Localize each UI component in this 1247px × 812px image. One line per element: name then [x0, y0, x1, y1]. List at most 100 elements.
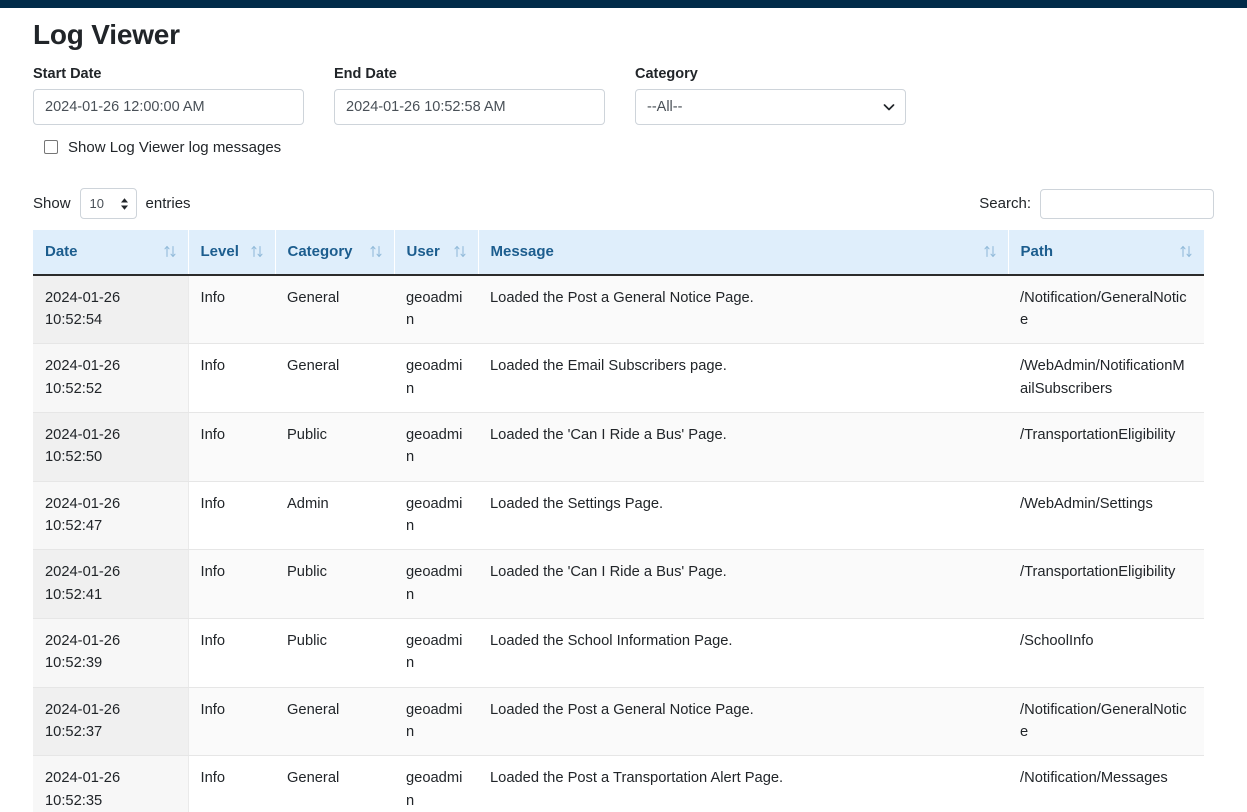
entries-per-page-select[interactable]: 10 — [80, 188, 137, 219]
column-header-level-label: Level — [201, 243, 239, 260]
entries-label: entries — [146, 195, 191, 212]
cell-message: Loaded the Post a Transportation Alert P… — [478, 756, 1008, 812]
search-label: Search: — [979, 195, 1031, 212]
end-date-input[interactable] — [334, 89, 605, 125]
table-row: 2024-01-26 10:52:37InfoGeneralgeoadminLo… — [33, 687, 1204, 756]
cell-message: Loaded the 'Can I Ride a Bus' Page. — [478, 550, 1008, 619]
cell-level: Info — [188, 687, 275, 756]
cell-category: General — [275, 344, 394, 413]
cell-category: General — [275, 756, 394, 812]
cell-path: /TransportationEligibility — [1008, 413, 1204, 482]
cell-user: geoadmin — [394, 687, 478, 756]
cell-user: geoadmin — [394, 344, 478, 413]
cell-user: geoadmin — [394, 481, 478, 550]
search-control: Search: — [979, 189, 1214, 219]
show-log-viewer-messages-checkbox[interactable] — [44, 140, 58, 154]
cell-level: Info — [188, 619, 275, 688]
table-row: 2024-01-26 10:52:35InfoGeneralgeoadminLo… — [33, 756, 1204, 812]
cell-level: Info — [188, 756, 275, 812]
page-title: Log Viewer — [33, 20, 1214, 51]
filter-bar: Start Date End Date Category --All-- — [33, 65, 1214, 125]
cell-message: Loaded the Post a General Notice Page. — [478, 687, 1008, 756]
table-row: 2024-01-26 10:52:50InfoPublicgeoadminLoa… — [33, 413, 1204, 482]
column-header-message-label: Message — [491, 243, 554, 260]
cell-user: geoadmin — [394, 756, 478, 812]
column-header-message[interactable]: Message — [478, 230, 1008, 275]
cell-path: /Notification/GeneralNotice — [1008, 687, 1204, 756]
sort-updown-icon — [251, 245, 263, 258]
cell-message: Loaded the 'Can I Ride a Bus' Page. — [478, 413, 1008, 482]
cell-level: Info — [188, 413, 275, 482]
cell-category: General — [275, 687, 394, 756]
column-header-user[interactable]: User — [394, 230, 478, 275]
cell-date: 2024-01-26 10:52:47 — [33, 481, 188, 550]
column-header-category[interactable]: Category — [275, 230, 394, 275]
log-table-body: 2024-01-26 10:52:54InfoGeneralgeoadminLo… — [33, 275, 1204, 812]
table-row: 2024-01-26 10:52:39InfoPublicgeoadminLoa… — [33, 619, 1204, 688]
cell-user: geoadmin — [394, 619, 478, 688]
cell-path: /Notification/Messages — [1008, 756, 1204, 812]
cell-date: 2024-01-26 10:52:52 — [33, 344, 188, 413]
show-label: Show — [33, 195, 71, 212]
datatable-controls: Show 10 entries Search: — [33, 189, 1214, 219]
cell-user: geoadmin — [394, 413, 478, 482]
cell-category: Public — [275, 413, 394, 482]
category-field-group: Category --All-- — [635, 65, 906, 125]
search-input[interactable] — [1040, 189, 1214, 219]
table-row: 2024-01-26 10:52:54InfoGeneralgeoadminLo… — [33, 275, 1204, 344]
cell-date: 2024-01-26 10:52:50 — [33, 413, 188, 482]
column-header-path-label: Path — [1021, 243, 1054, 260]
cell-level: Info — [188, 344, 275, 413]
sort-updown-icon — [454, 245, 466, 258]
table-row: 2024-01-26 10:52:47InfoAdmingeoadminLoad… — [33, 481, 1204, 550]
cell-category: Admin — [275, 481, 394, 550]
cell-date: 2024-01-26 10:52:37 — [33, 687, 188, 756]
cell-category: Public — [275, 619, 394, 688]
start-date-field-group: Start Date — [33, 65, 304, 125]
end-date-field-group: End Date — [334, 65, 605, 125]
show-log-viewer-messages-label: Show Log Viewer log messages — [68, 140, 281, 155]
cell-level: Info — [188, 550, 275, 619]
sort-updown-icon — [164, 245, 176, 258]
cell-path: /WebAdmin/Settings — [1008, 481, 1204, 550]
cell-date: 2024-01-26 10:52:39 — [33, 619, 188, 688]
cell-path: /SchoolInfo — [1008, 619, 1204, 688]
column-header-category-label: Category — [288, 243, 353, 260]
cell-level: Info — [188, 481, 275, 550]
table-row: 2024-01-26 10:52:52InfoGeneralgeoadminLo… — [33, 344, 1204, 413]
log-table-head: Date Level — [33, 230, 1204, 275]
cell-path: /TransportationEligibility — [1008, 550, 1204, 619]
cell-level: Info — [188, 275, 275, 344]
category-select[interactable]: --All-- — [635, 89, 906, 125]
show-log-viewer-messages-row[interactable]: Show Log Viewer log messages — [33, 140, 1214, 155]
column-header-user-label: User — [407, 243, 440, 260]
cell-user: geoadmin — [394, 275, 478, 344]
sort-updown-icon — [984, 245, 996, 258]
cell-category: General — [275, 275, 394, 344]
cell-message: Loaded the Email Subscribers page. — [478, 344, 1008, 413]
length-control: Show 10 entries — [33, 188, 191, 219]
log-table-wrapper: Date Level — [33, 230, 1204, 812]
cell-category: Public — [275, 550, 394, 619]
cell-date: 2024-01-26 10:52:54 — [33, 275, 188, 344]
cell-message: Loaded the Post a General Notice Page. — [478, 275, 1008, 344]
table-row: 2024-01-26 10:52:41InfoPublicgeoadminLoa… — [33, 550, 1204, 619]
column-header-level[interactable]: Level — [188, 230, 275, 275]
sort-updown-icon — [370, 245, 382, 258]
cell-user: geoadmin — [394, 550, 478, 619]
cell-message: Loaded the Settings Page. — [478, 481, 1008, 550]
start-date-input[interactable] — [33, 89, 304, 125]
cell-path: /Notification/GeneralNotice — [1008, 275, 1204, 344]
category-label: Category — [635, 65, 906, 84]
cell-message: Loaded the School Information Page. — [478, 619, 1008, 688]
top-navbar — [0, 0, 1247, 8]
sort-updown-icon — [1180, 245, 1192, 258]
cell-date: 2024-01-26 10:52:35 — [33, 756, 188, 812]
column-header-date[interactable]: Date — [33, 230, 188, 275]
page-container: Log Viewer Start Date End Date Category … — [0, 20, 1247, 812]
start-date-label: Start Date — [33, 65, 304, 84]
cell-path: /WebAdmin/NotificationMailSubscribers — [1008, 344, 1204, 413]
end-date-label: End Date — [334, 65, 605, 84]
column-header-path[interactable]: Path — [1008, 230, 1204, 275]
cell-date: 2024-01-26 10:52:41 — [33, 550, 188, 619]
